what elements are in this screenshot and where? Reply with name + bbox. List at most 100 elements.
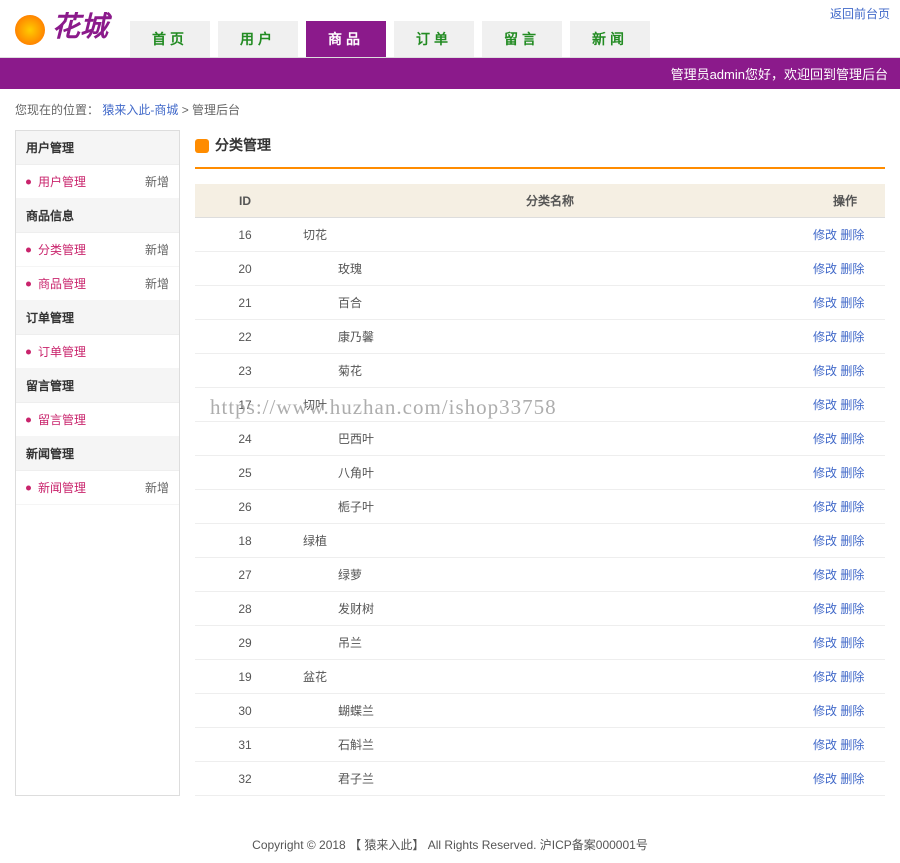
edit-link[interactable]: 修改 bbox=[813, 466, 837, 480]
sidebar: 用户管理用户管理新增商品信息分类管理新增商品管理新增订单管理订单管理留言管理留言… bbox=[15, 130, 180, 796]
sidebar-item-link[interactable]: 新闻管理 bbox=[38, 479, 86, 496]
sidebar-item-link[interactable]: 订单管理 bbox=[38, 343, 86, 360]
sidebar-item: 新闻管理 新增 bbox=[16, 471, 179, 505]
edit-link[interactable]: 修改 bbox=[813, 636, 837, 650]
edit-link[interactable]: 修改 bbox=[813, 432, 837, 446]
nav-item-2[interactable]: 商品 bbox=[306, 21, 386, 57]
delete-link[interactable]: 删除 bbox=[840, 296, 864, 310]
sidebar-item-add[interactable]: 新增 bbox=[145, 479, 169, 496]
delete-link[interactable]: 删除 bbox=[840, 772, 864, 786]
cell-name: 吊兰 bbox=[295, 626, 805, 660]
cell-actions: 修改 删除 bbox=[805, 388, 885, 422]
delete-link[interactable]: 删除 bbox=[840, 670, 864, 684]
edit-link[interactable]: 修改 bbox=[813, 228, 837, 242]
nav-item-0[interactable]: 首页 bbox=[130, 21, 210, 57]
delete-link[interactable]: 删除 bbox=[840, 568, 864, 582]
edit-link[interactable]: 修改 bbox=[813, 670, 837, 684]
edit-link[interactable]: 修改 bbox=[813, 738, 837, 752]
table-row: 26栀子叶修改 删除 bbox=[195, 490, 885, 524]
nav-item-3[interactable]: 订单 bbox=[394, 21, 474, 57]
sidebar-item-add[interactable]: 新增 bbox=[145, 241, 169, 258]
table-row: 22康乃馨修改 删除 bbox=[195, 320, 885, 354]
edit-link[interactable]: 修改 bbox=[813, 602, 837, 616]
delete-link[interactable]: 删除 bbox=[840, 364, 864, 378]
edit-link[interactable]: 修改 bbox=[813, 772, 837, 786]
cell-id: 18 bbox=[195, 524, 295, 558]
table-row: 27绿萝修改 删除 bbox=[195, 558, 885, 592]
delete-link[interactable]: 删除 bbox=[840, 228, 864, 242]
delete-link[interactable]: 删除 bbox=[840, 738, 864, 752]
cell-actions: 修改 删除 bbox=[805, 218, 885, 252]
cell-name: 切叶 bbox=[295, 388, 805, 422]
edit-link[interactable]: 修改 bbox=[813, 364, 837, 378]
category-table: ID分类名称操作 16切花修改 删除20玫瑰修改 删除21百合修改 删除22康乃… bbox=[195, 184, 885, 796]
cell-name: 玫瑰 bbox=[295, 252, 805, 286]
nav-item-1[interactable]: 用户 bbox=[218, 21, 298, 57]
edit-link[interactable]: 修改 bbox=[813, 330, 837, 344]
footer: Copyright © 2018 【 猿来入此】 All Rights Rese… bbox=[0, 816, 900, 863]
logo-text: 花城 bbox=[52, 12, 108, 43]
sidebar-item: 商品管理 新增 bbox=[16, 267, 179, 301]
sidebar-section-title: 新闻管理 bbox=[16, 437, 179, 471]
cell-actions: 修改 删除 bbox=[805, 490, 885, 524]
sidebar-item-link[interactable]: 用户管理 bbox=[38, 173, 86, 190]
delete-link[interactable]: 删除 bbox=[840, 500, 864, 514]
cell-id: 16 bbox=[195, 218, 295, 252]
back-to-front-link[interactable]: 返回前台页 bbox=[830, 5, 890, 22]
edit-link[interactable]: 修改 bbox=[813, 262, 837, 276]
cell-actions: 修改 删除 bbox=[805, 252, 885, 286]
logo: 花城 bbox=[15, 5, 108, 45]
cell-actions: 修改 删除 bbox=[805, 422, 885, 456]
logo-icon bbox=[15, 15, 45, 45]
sidebar-item-link[interactable]: 商品管理 bbox=[38, 275, 86, 292]
edit-link[interactable]: 修改 bbox=[813, 568, 837, 582]
cell-actions: 修改 删除 bbox=[805, 354, 885, 388]
nav-item-4[interactable]: 留言 bbox=[482, 21, 562, 57]
cell-id: 30 bbox=[195, 694, 295, 728]
cell-id: 31 bbox=[195, 728, 295, 762]
cell-actions: 修改 删除 bbox=[805, 762, 885, 796]
breadcrumb-link[interactable]: 猿来入此-商城 bbox=[102, 103, 178, 117]
delete-link[interactable]: 删除 bbox=[840, 330, 864, 344]
edit-link[interactable]: 修改 bbox=[813, 500, 837, 514]
header: 花城 返回前台页 首页用户商品订单留言新闻 bbox=[0, 0, 900, 58]
edit-link[interactable]: 修改 bbox=[813, 704, 837, 718]
cell-actions: 修改 删除 bbox=[805, 728, 885, 762]
cell-actions: 修改 删除 bbox=[805, 286, 885, 320]
sidebar-item-add[interactable]: 新增 bbox=[145, 173, 169, 190]
delete-link[interactable]: 删除 bbox=[840, 602, 864, 616]
cell-name: 盆花 bbox=[295, 660, 805, 694]
cell-name: 菊花 bbox=[295, 354, 805, 388]
sidebar-section-title: 订单管理 bbox=[16, 301, 179, 335]
cell-name: 切花 bbox=[295, 218, 805, 252]
delete-link[interactable]: 删除 bbox=[840, 636, 864, 650]
delete-link[interactable]: 删除 bbox=[840, 432, 864, 446]
cell-name: 发财树 bbox=[295, 592, 805, 626]
cell-id: 29 bbox=[195, 626, 295, 660]
delete-link[interactable]: 删除 bbox=[840, 704, 864, 718]
delete-link[interactable]: 删除 bbox=[840, 534, 864, 548]
table-row: 30蝴蝶兰修改 删除 bbox=[195, 694, 885, 728]
cell-actions: 修改 删除 bbox=[805, 524, 885, 558]
cell-name: 绿萝 bbox=[295, 558, 805, 592]
edit-link[interactable]: 修改 bbox=[813, 534, 837, 548]
edit-link[interactable]: 修改 bbox=[813, 398, 837, 412]
delete-link[interactable]: 删除 bbox=[840, 466, 864, 480]
column-header: 分类名称 bbox=[295, 184, 805, 218]
welcome-bar: 管理员admin您好，欢迎回到管理后台 bbox=[0, 58, 900, 89]
table-row: 28发财树修改 删除 bbox=[195, 592, 885, 626]
delete-link[interactable]: 删除 bbox=[840, 398, 864, 412]
sidebar-item-link[interactable]: 留言管理 bbox=[38, 411, 86, 428]
cell-actions: 修改 删除 bbox=[805, 558, 885, 592]
sidebar-item-link[interactable]: 分类管理 bbox=[38, 241, 86, 258]
sidebar-item-add[interactable]: 新增 bbox=[145, 275, 169, 292]
nav-item-5[interactable]: 新闻 bbox=[570, 21, 650, 57]
table-row: 25八角叶修改 删除 bbox=[195, 456, 885, 490]
table-row: 23菊花修改 删除 bbox=[195, 354, 885, 388]
cell-actions: 修改 删除 bbox=[805, 456, 885, 490]
delete-link[interactable]: 删除 bbox=[840, 262, 864, 276]
table-row: 19盆花修改 删除 bbox=[195, 660, 885, 694]
sidebar-section-title: 商品信息 bbox=[16, 199, 179, 233]
sidebar-item: 用户管理 新增 bbox=[16, 165, 179, 199]
edit-link[interactable]: 修改 bbox=[813, 296, 837, 310]
